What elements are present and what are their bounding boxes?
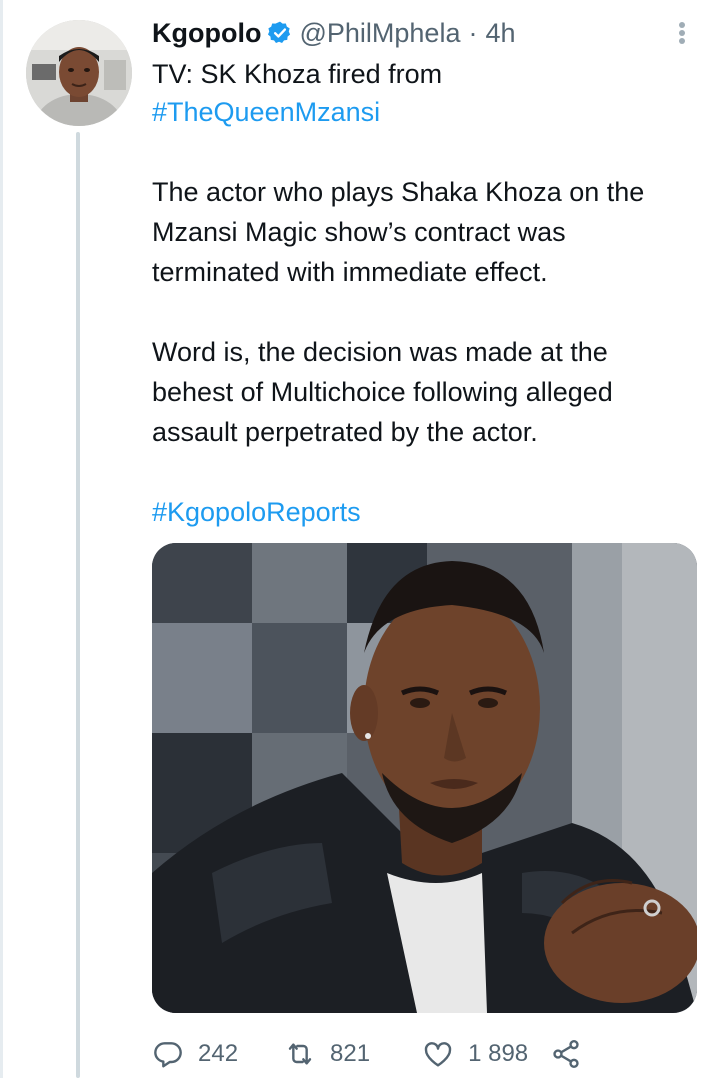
verified-badge-icon: [268, 21, 291, 43]
share-icon: [553, 1040, 579, 1068]
like-button[interactable]: 1 898: [422, 1038, 528, 1070]
hashtag-kgopoloreports[interactable]: #KgopoloReports: [152, 492, 361, 532]
reply-button[interactable]: 242: [152, 1038, 238, 1070]
left-border: [0, 0, 3, 1078]
author-avatar[interactable]: [26, 20, 132, 126]
heart-icon: [424, 1042, 452, 1067]
paragraph1-line2: Mzansi Magic show’s contract was: [152, 217, 566, 247]
tweet-actions: 242 821 1 898: [152, 1034, 596, 1074]
like-count: 1 898: [468, 1040, 529, 1067]
tweet-timestamp[interactable]: 4h: [485, 18, 515, 49]
author-display-name[interactable]: Kgopolo: [152, 18, 261, 49]
tweet-media-image[interactable]: [152, 543, 697, 1013]
header-separator: ·: [468, 17, 478, 48]
tweet-header: Kgopolo @PhilMphela · 4h: [152, 16, 516, 50]
paragraph2-line2: behest of Multichoice following alleged: [152, 377, 613, 407]
paragraph2-line3: assault perpetrated by the actor.: [152, 417, 538, 447]
tweet-headline: TV: SK Khoza fired from: [152, 59, 443, 89]
retweet-icon: [288, 1043, 312, 1065]
retweet-button[interactable]: 821: [284, 1038, 370, 1070]
media-photo-icon: [152, 543, 697, 1013]
avatar-photo-icon: [26, 20, 132, 126]
hashtag-thequeenmzansi[interactable]: #TheQueenMzansi: [152, 92, 380, 132]
paragraph1-line3: terminated with immediate effect.: [152, 257, 548, 287]
thread-line: [76, 132, 80, 1078]
author-handle[interactable]: @PhilMphela: [299, 18, 460, 49]
share-button[interactable]: [550, 1038, 596, 1070]
paragraph2-line1: Word is, the decision was made at the: [152, 337, 608, 367]
paragraph1-line1: The actor who plays Shaka Khoza on the: [152, 177, 645, 207]
retweet-count: 821: [330, 1040, 371, 1067]
more-options-icon[interactable]: [670, 18, 694, 48]
reply-count: 242: [198, 1040, 239, 1067]
reply-icon: [154, 1042, 182, 1068]
